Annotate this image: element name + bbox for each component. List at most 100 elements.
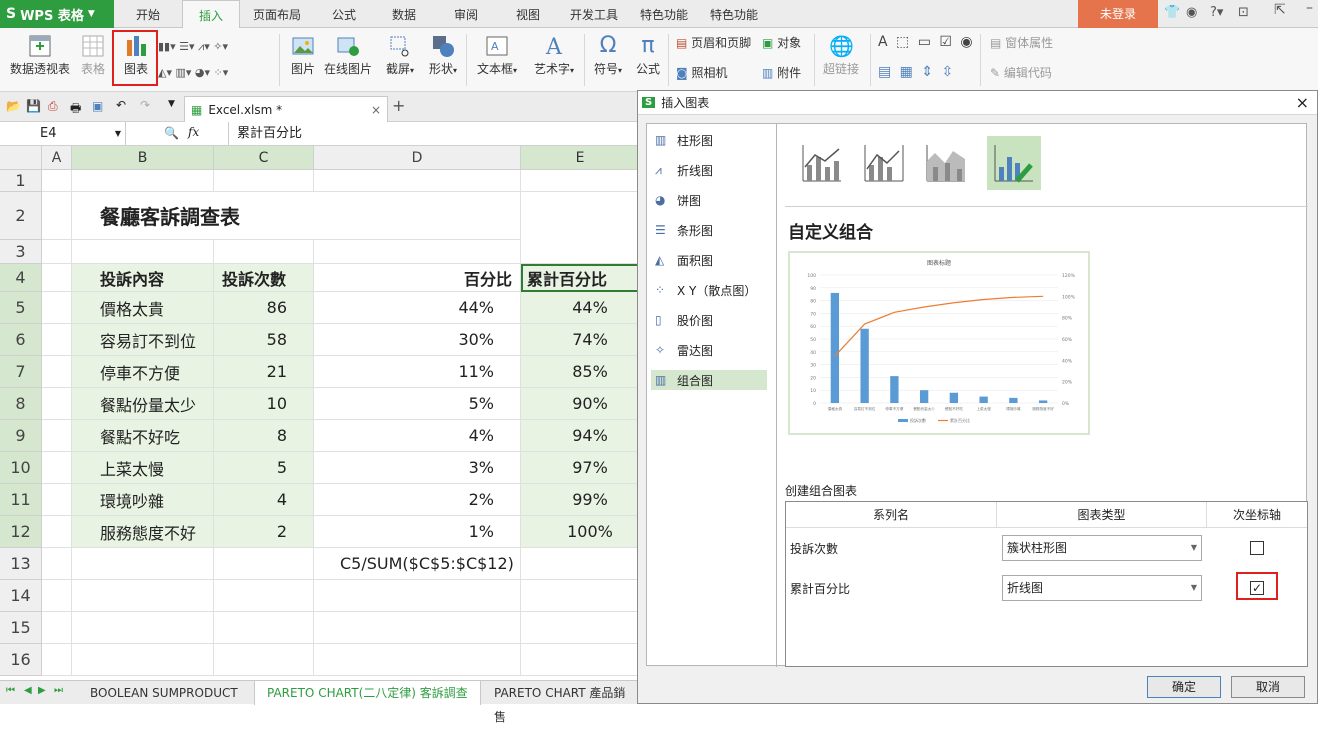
pivot-table-button[interactable]: 数据透视表: [8, 34, 72, 77]
grid-cell[interactable]: [42, 516, 72, 548]
grid-cell[interactable]: [42, 420, 72, 452]
customize-dropdown-icon[interactable]: ▼: [168, 99, 175, 109]
export-pdf-icon[interactable]: ⎙: [48, 99, 58, 114]
data-cell[interactable]: 74%: [521, 324, 640, 356]
data-cell[interactable]: 44%: [521, 292, 640, 324]
name-box[interactable]: E4 ▼: [0, 122, 126, 145]
data-cell[interactable]: 11%: [314, 356, 521, 388]
row-header[interactable]: 1: [0, 170, 42, 192]
data-cell[interactable]: 2%: [314, 484, 521, 516]
row-header[interactable]: 16: [0, 644, 42, 676]
data-cell[interactable]: 2: [214, 516, 314, 548]
attachment-button[interactable]: ▥ 附件: [762, 64, 801, 81]
row-header[interactable]: 7: [0, 356, 42, 388]
row-header[interactable]: 10: [0, 452, 42, 484]
formula-note[interactable]: C5/SUM($C$5:$C$12): [314, 548, 521, 580]
chart-type-item[interactable]: ◕ 饼图: [651, 190, 767, 210]
sheet-nav-next-icon[interactable]: ▶: [38, 685, 46, 696]
column-chart-icon[interactable]: ▮▮▾: [158, 40, 176, 53]
cancel-button[interactable]: 取消: [1231, 676, 1305, 698]
data-cell[interactable]: 10: [214, 388, 314, 420]
row-header[interactable]: 2: [0, 192, 42, 240]
grid-cell[interactable]: [42, 292, 72, 324]
grid-cell[interactable]: [72, 170, 214, 192]
symbol-button[interactable]: Ω 符号▾: [590, 34, 626, 77]
data-cell[interactable]: 5%: [314, 388, 521, 420]
grid-cell[interactable]: [314, 580, 521, 612]
form-properties-button[interactable]: ▤ 窗体属性: [990, 34, 1053, 51]
grid-cell[interactable]: [521, 548, 640, 580]
grid-cell[interactable]: [214, 240, 314, 264]
data-cell[interactable]: 100%: [521, 516, 640, 548]
grid-cell[interactable]: [72, 580, 214, 612]
grid-cell[interactable]: [42, 548, 72, 580]
close-icon[interactable]: ×: [371, 103, 381, 117]
collapse-ribbon-icon[interactable]: ⇱: [1274, 2, 1286, 18]
print-preview-icon[interactable]: ▣: [92, 99, 103, 113]
help-icon[interactable]: ?▾: [1210, 5, 1223, 20]
data-cell[interactable]: 餐點份量太少: [72, 388, 214, 420]
header-footer-button[interactable]: ▤ 页眉和页脚: [676, 34, 751, 51]
camera-button[interactable]: ◙ 照相机: [676, 64, 728, 81]
grid-cell[interactable]: [42, 612, 72, 644]
picture-button[interactable]: 图片: [286, 34, 320, 77]
row-header[interactable]: 8: [0, 388, 42, 420]
row-header[interactable]: 4: [0, 264, 42, 292]
data-cell[interactable]: 8: [214, 420, 314, 452]
tab-special-1[interactable]: 特色功能: [636, 0, 692, 28]
grid-cell[interactable]: [314, 612, 521, 644]
new-tab-icon[interactable]: +: [392, 96, 405, 115]
line-chart-icon[interactable]: ⩘▾: [198, 40, 210, 53]
close-icon[interactable]: ×: [1296, 93, 1309, 112]
column-header[interactable]: B: [72, 146, 214, 170]
combo-subtype-1[interactable]: [795, 136, 849, 190]
grid-cell[interactable]: [72, 240, 214, 264]
sheet-title[interactable]: 餐廳客訴調查表: [72, 192, 521, 240]
data-cell[interactable]: 5: [214, 452, 314, 484]
ok-button[interactable]: 确定: [1147, 676, 1221, 698]
chart-type-item[interactable]: ▥ 组合图: [651, 370, 767, 390]
data-cell[interactable]: 85%: [521, 356, 640, 388]
column-header[interactable]: C: [214, 146, 314, 170]
app-menu-button[interactable]: S WPS 表格 ▼: [0, 0, 114, 28]
grid-cell[interactable]: [72, 644, 214, 676]
grid-cell[interactable]: [42, 264, 72, 292]
textbox-button[interactable]: A 文本框▾: [472, 34, 522, 77]
data-cell[interactable]: 58: [214, 324, 314, 356]
chart-type-item[interactable]: ⩘ 折线图: [651, 160, 767, 180]
chart-type-item[interactable]: ◭ 面积图: [651, 250, 767, 270]
row-header[interactable]: 13: [0, 548, 42, 580]
row-header[interactable]: 14: [0, 580, 42, 612]
grid-cell[interactable]: [521, 170, 640, 192]
data-cell[interactable]: 4: [214, 484, 314, 516]
spreadsheet-grid[interactable]: A B C D E 1 2 餐廳客訴調查表 3 4 投訴內容 投訴次數 百分比 累計百分比 5 價格…: [0, 146, 640, 680]
online-picture-button[interactable]: 在线图片: [322, 34, 374, 77]
secondary-axis-checkbox[interactable]: [1250, 541, 1264, 555]
series-chart-type-select[interactable]: 折线图 ▼: [1002, 575, 1202, 601]
data-cell[interactable]: 97%: [521, 452, 640, 484]
sheet-tab[interactable]: PARETO CHART 產品銷售: [482, 681, 640, 724]
tab-review[interactable]: 审阅: [442, 0, 490, 28]
data-cell[interactable]: 3%: [314, 452, 521, 484]
area-chart-icon[interactable]: ◭▾: [158, 66, 172, 79]
stock-chart-icon[interactable]: ▥▾: [175, 66, 191, 79]
edit-code-button[interactable]: ✎ 编辑代码: [990, 64, 1052, 81]
chart-type-item[interactable]: ✧ 雷达图: [651, 340, 767, 360]
tab-developer[interactable]: 开发工具: [566, 0, 622, 28]
object-button[interactable]: ▣ 对象: [762, 34, 801, 51]
grid-cell[interactable]: [214, 170, 314, 192]
tab-special-2[interactable]: 特色功能: [706, 0, 762, 28]
data-cell[interactable]: 容易訂不到位: [72, 324, 214, 356]
data-cell[interactable]: 餐點不好吃: [72, 420, 214, 452]
hyperlink-button[interactable]: 🌐 超链接: [820, 34, 862, 77]
data-cell[interactable]: 1%: [314, 516, 521, 548]
grid-cell[interactable]: [42, 484, 72, 516]
grid-cell[interactable]: [214, 548, 314, 580]
row-header[interactable]: 3: [0, 240, 42, 264]
grid-cell[interactable]: [521, 644, 640, 676]
sheet-tab[interactable]: BOOLEAN SUMPRODUCT: [78, 681, 250, 705]
data-cell[interactable]: 4%: [314, 420, 521, 452]
tab-view[interactable]: 视图: [504, 0, 552, 28]
select-all-corner[interactable]: [0, 146, 42, 170]
shape-button[interactable]: 形状▾: [424, 34, 462, 77]
